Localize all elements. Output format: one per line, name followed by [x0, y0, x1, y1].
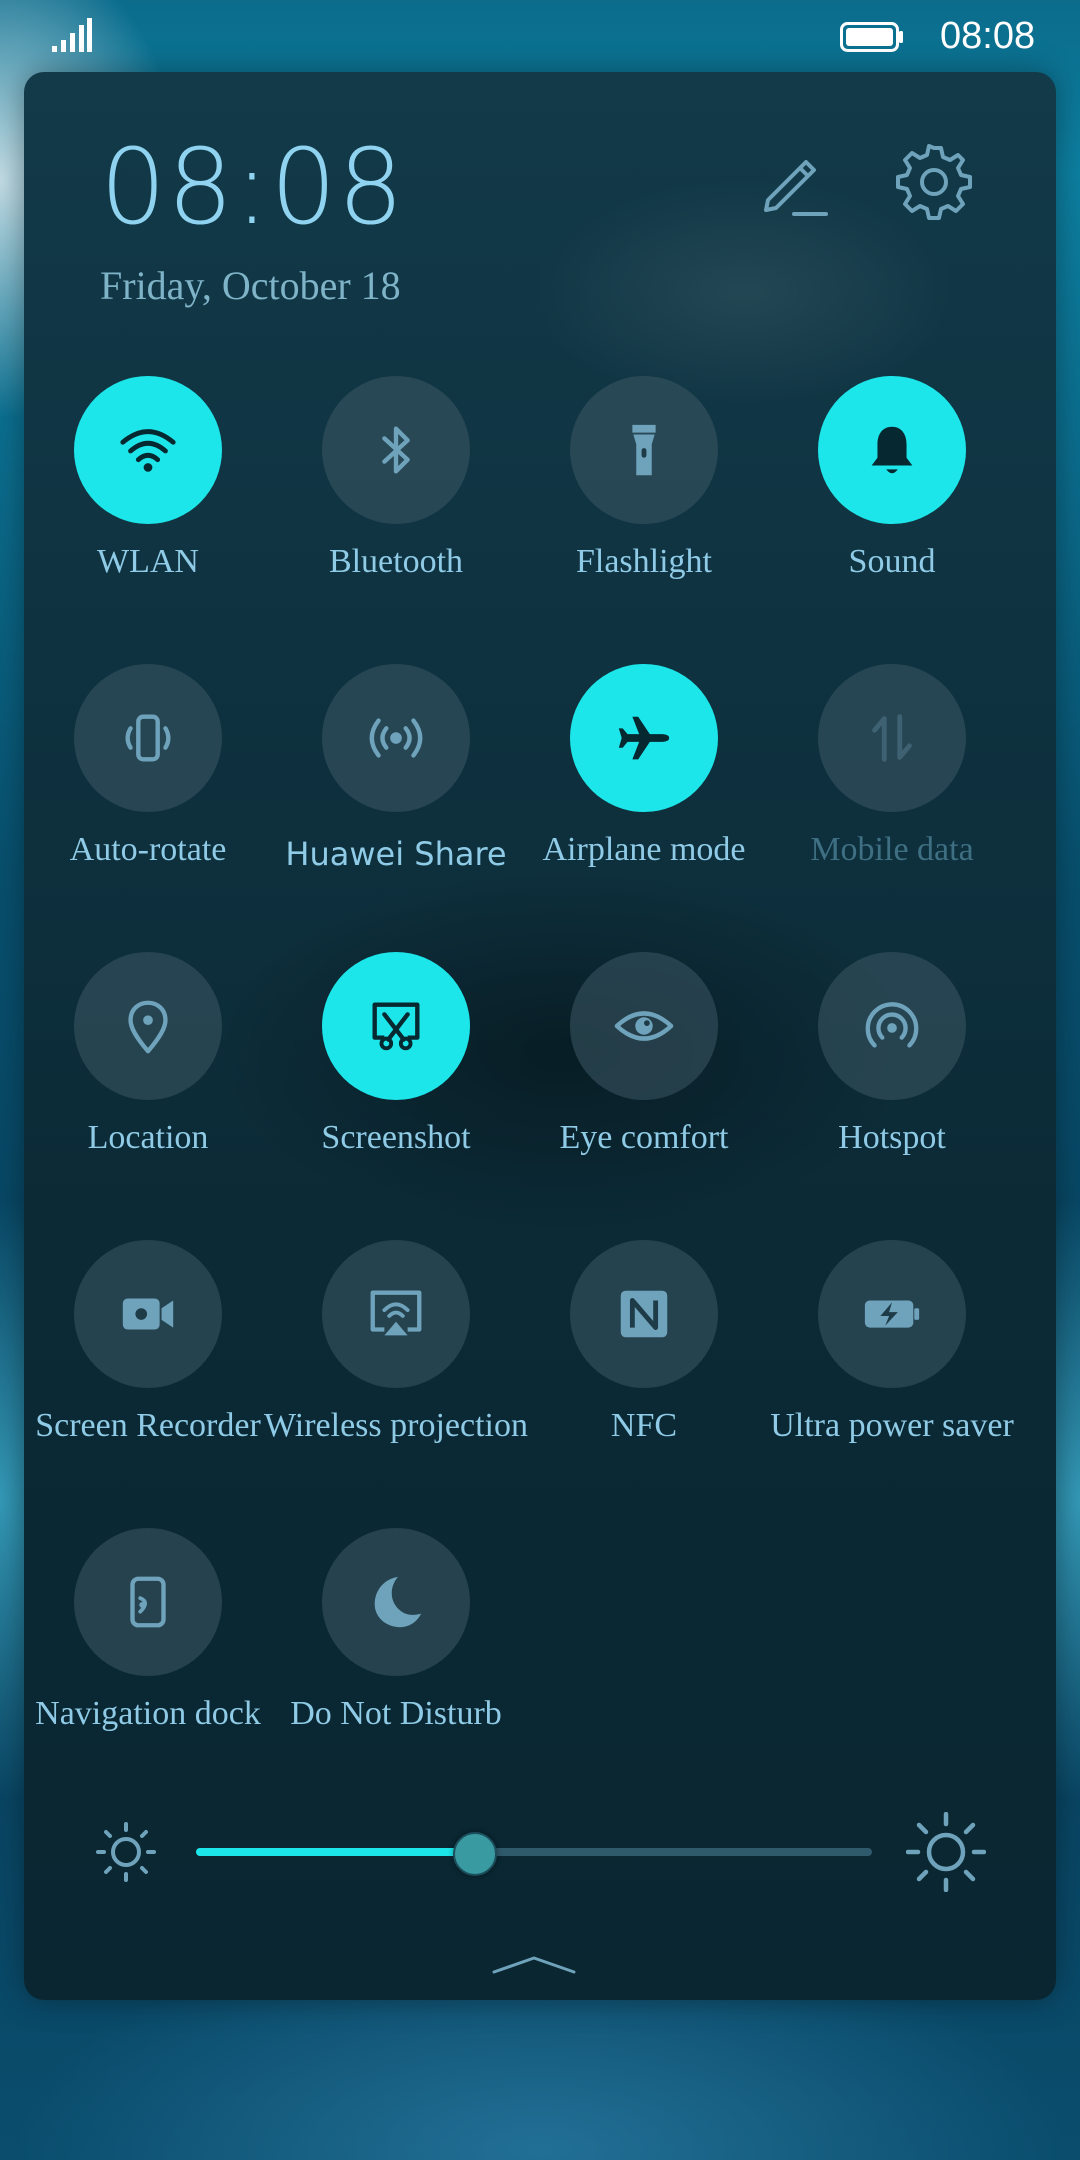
brightness-thumb[interactable] [453, 1832, 498, 1876]
tile-eye-comfort[interactable]: Eye comfort [520, 952, 768, 1212]
sound-toggle[interactable] [818, 376, 966, 524]
nfc-toggle[interactable] [570, 1240, 718, 1388]
tile-label: Bluetooth [328, 543, 464, 580]
battery-bolt-icon [864, 1300, 920, 1328]
tile-ultra-power-saver[interactable]: Ultra power saver [768, 1240, 1016, 1500]
tile-label: Auto-rotate [69, 831, 227, 868]
nfc-icon [620, 1290, 668, 1338]
status-time: 08:08 [940, 15, 1036, 57]
auto-rotate-toggle[interactable] [74, 664, 222, 812]
airplane-mode-toggle[interactable] [570, 664, 718, 812]
bell-icon [871, 426, 913, 474]
tile-hotspot[interactable]: Hotspot [768, 952, 1016, 1212]
tile-sound[interactable]: Sound [768, 376, 1016, 636]
wireless-projection-toggle[interactable] [322, 1240, 470, 1388]
wireless-projection-icon [370, 1290, 422, 1336]
tile-label: Do Not Disturb [290, 1695, 502, 1732]
screenshot-toggle[interactable] [322, 952, 470, 1100]
airplane-icon [618, 716, 670, 760]
tile-label: Wireless projection [264, 1407, 528, 1444]
mobile-data-toggle[interactable] [818, 664, 966, 812]
tile-label: WLAN [97, 543, 199, 580]
tile-label: Location [87, 1119, 209, 1156]
tile-nfc[interactable]: NFC [520, 1240, 768, 1500]
eye-icon [614, 1011, 674, 1041]
tile-airplane-mode[interactable]: Airplane mode [520, 664, 768, 924]
hotspot-icon [865, 1002, 919, 1048]
wlan-toggle[interactable] [74, 376, 222, 524]
huawei-share-toggle[interactable] [322, 664, 470, 812]
flashlight-icon [632, 424, 656, 476]
screenshot-scissors-icon [372, 1002, 420, 1051]
tile-label: Screenshot [321, 1119, 471, 1156]
hotspot-toggle[interactable] [818, 952, 966, 1100]
bluetooth-icon [382, 426, 410, 474]
screen-recorder-toggle[interactable] [74, 1240, 222, 1388]
do-not-disturb-toggle[interactable] [322, 1528, 470, 1676]
tile-huawei-share[interactable]: Huawei Share [272, 664, 520, 924]
quick-settings-panel: 08:08 Friday, October 18 WLAN Bluetooth [24, 72, 1056, 2000]
eye-comfort-toggle[interactable] [570, 952, 718, 1100]
tile-label: Hotspot [838, 1119, 946, 1156]
pencil-icon[interactable] [754, 142, 834, 222]
tile-label: Navigation dock [35, 1695, 261, 1732]
rotate-phone-icon [125, 714, 171, 762]
tile-label: Sound [848, 543, 936, 580]
gear-icon[interactable] [894, 142, 974, 222]
tile-flashlight[interactable]: Flashlight [520, 376, 768, 636]
navigation-dock-toggle[interactable] [74, 1528, 222, 1676]
tile-wireless-projection[interactable]: Wireless projection [264, 1240, 528, 1500]
location-pin-icon [128, 1000, 168, 1054]
tile-location[interactable]: Location [24, 952, 272, 1212]
tile-do-not-disturb[interactable]: Do Not Disturb [272, 1528, 520, 1788]
chevron-up-icon[interactable] [490, 1952, 578, 1976]
tile-bluetooth[interactable]: Bluetooth [272, 376, 520, 636]
tile-label: Ultra power saver [770, 1407, 1014, 1444]
signal-icon [52, 18, 92, 52]
brightness-control [24, 1812, 1056, 1892]
location-toggle[interactable] [74, 952, 222, 1100]
tile-mobile-data[interactable]: Mobile data [768, 664, 1016, 924]
mobile-data-icon [872, 714, 912, 762]
battery-icon [840, 22, 903, 52]
tile-screenshot[interactable]: Screenshot [272, 952, 520, 1212]
tile-wlan[interactable]: WLAN [24, 376, 272, 636]
status-bar: 08:08 [0, 0, 1080, 72]
sun-small-icon [96, 1822, 156, 1882]
video-camera-icon [122, 1298, 174, 1330]
sun-large-icon [906, 1812, 986, 1892]
moon-icon [374, 1576, 422, 1628]
wifi-icon [120, 429, 176, 472]
panel-clock: 08:08 [100, 126, 405, 248]
tile-label: Screen Recorder [35, 1407, 261, 1444]
navigation-dock-icon [130, 1576, 166, 1628]
tile-navigation-dock[interactable]: Navigation dock [24, 1528, 272, 1788]
tile-label: Airplane mode [542, 831, 746, 868]
tile-label: Mobile data [810, 831, 974, 868]
tile-label: Flashlight [575, 543, 713, 580]
panel-date: Friday, October 18 [100, 263, 401, 308]
tile-label: NFC [610, 1407, 678, 1444]
bluetooth-toggle[interactable] [322, 376, 470, 524]
tile-screen-recorder[interactable]: Screen Recorder [24, 1240, 272, 1500]
share-signal-icon [369, 718, 423, 758]
tile-label: Huawei Share [285, 835, 507, 873]
tile-auto-rotate[interactable]: Auto-rotate [24, 664, 272, 924]
tile-label: Eye comfort [559, 1119, 729, 1156]
flashlight-toggle[interactable] [570, 376, 718, 524]
brightness-slider[interactable] [196, 1832, 872, 1876]
brightness-fill [196, 1848, 474, 1856]
ultra-power-saver-toggle[interactable] [818, 1240, 966, 1388]
